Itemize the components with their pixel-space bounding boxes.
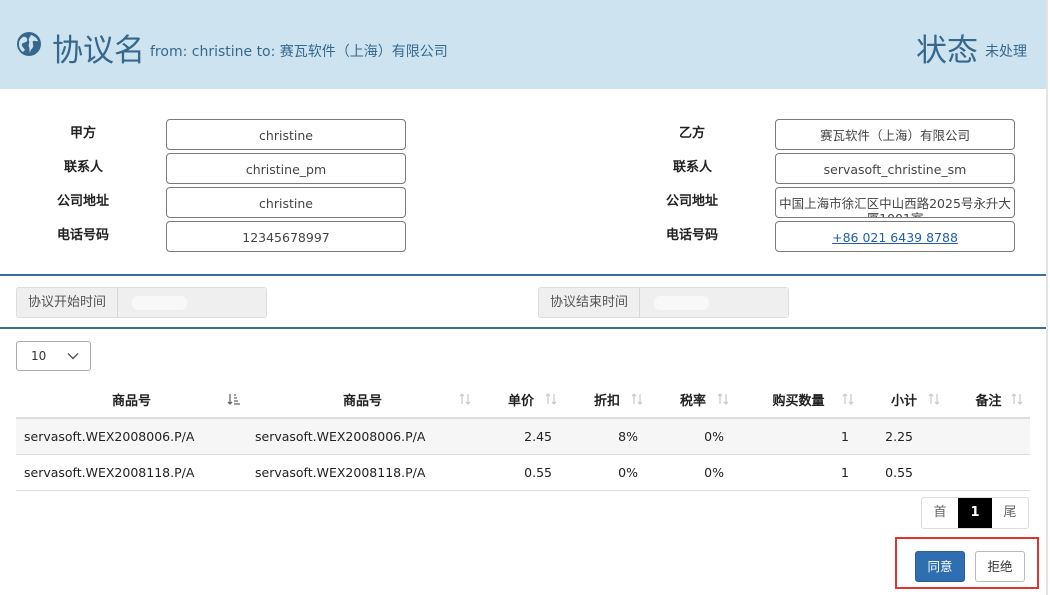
end-date-input[interactable]	[640, 288, 788, 317]
table-row: servasoft.WEX2008118.P/A servasoft.WEX20…	[16, 454, 1030, 491]
table-row: servasoft.WEX2008006.P/A servasoft.WEX20…	[16, 418, 1030, 455]
sort-icon[interactable]	[716, 392, 730, 406]
scrollbar-track	[1046, 0, 1048, 595]
sort-icon[interactable]	[458, 392, 472, 406]
cell-unit-price: 0.55	[478, 454, 564, 491]
column-header[interactable]: 备注	[947, 381, 1030, 419]
cell-quantity: 1	[736, 418, 861, 455]
party-b-contact-field[interactable]: servasoft_christine_sm	[775, 153, 1015, 184]
sort-icon[interactable]	[841, 392, 855, 406]
section-divider	[0, 327, 1046, 329]
party-b-contact-label: 联系人	[673, 160, 713, 175]
sort-icon[interactable]	[544, 392, 558, 406]
sort-icon[interactable]	[1010, 392, 1024, 406]
pagination: 首 1 尾	[921, 497, 1029, 529]
cell-unit-price: 2.45	[478, 418, 564, 455]
column-header[interactable]: 商品号	[16, 381, 247, 419]
column-header[interactable]: 商品号	[247, 381, 478, 419]
cell-tax-rate: 0%	[650, 418, 736, 455]
page-length-select[interactable]: 10	[16, 341, 91, 371]
cell-product-id: servasoft.WEX2008006.P/A	[16, 418, 247, 455]
cell-remark	[947, 418, 1030, 455]
cell-quantity: 1	[736, 454, 861, 491]
cell-discount: 8%	[564, 418, 650, 455]
products-table: 商品号 商品号 单价 折扣 税率 购买数量 小计 备注 servasoft.WE…	[16, 381, 1030, 491]
party-a-label: 甲方	[70, 126, 97, 141]
table-header-row: 商品号 商品号 单价 折扣 税率 购买数量 小计 备注	[16, 381, 1030, 419]
chevron-down-icon	[67, 353, 79, 360]
end-date-label: 协议结束时间	[539, 288, 641, 317]
globe-icon	[17, 32, 41, 56]
agreement-title: 协议名	[52, 33, 145, 69]
cell-product-id: servasoft.WEX2008118.P/A	[16, 454, 247, 491]
column-header[interactable]: 单价	[478, 381, 564, 419]
party-a-contact-field[interactable]: christine_pm	[166, 153, 406, 184]
party-b-name-field[interactable]: 赛瓦软件（上海）有限公司	[775, 119, 1015, 150]
last-page-button[interactable]: 尾	[992, 498, 1028, 528]
party-a-phone-label: 电话号码	[57, 228, 110, 243]
status-value: 未处理	[985, 44, 1027, 60]
sort-ascending-icon[interactable]	[227, 392, 241, 406]
page-length-value: 10	[31, 349, 47, 363]
section-divider	[0, 274, 1046, 276]
party-b-phone-label: 电话号码	[666, 228, 719, 243]
start-date-label: 协议开始时间	[17, 288, 119, 317]
column-header[interactable]: 购买数量	[736, 381, 861, 419]
party-b-phone-field[interactable]: +86 021 6439 8788	[775, 221, 1015, 252]
first-page-button[interactable]: 首	[922, 498, 958, 528]
column-header[interactable]: 税率	[650, 381, 736, 419]
page-1-button[interactable]: 1	[958, 498, 992, 528]
sort-icon[interactable]	[927, 392, 941, 406]
cell-discount: 0%	[564, 454, 650, 491]
cell-tax-rate: 0%	[650, 454, 736, 491]
cell-product-id: servasoft.WEX2008118.P/A	[247, 454, 478, 491]
party-b-label: 乙方	[679, 126, 706, 141]
party-a-name-field[interactable]: christine	[166, 119, 406, 150]
page-header: 协议名 from: christine to: 赛瓦软件（上海）有限公司 状态 …	[0, 0, 1046, 89]
party-a-contact-label: 联系人	[64, 160, 104, 175]
agree-button[interactable]: 同意	[915, 551, 965, 582]
cell-remark	[947, 454, 1030, 491]
status-label: 状态	[916, 33, 978, 69]
party-b-phone-link[interactable]: +86 021 6439 8788	[832, 230, 958, 245]
party-b-address-label: 公司地址	[666, 194, 719, 209]
end-date-group: 协议结束时间	[538, 287, 789, 318]
party-b-address-field[interactable]: 中国上海市徐汇区中山西路2025号永升大厦1001室	[775, 187, 1015, 218]
column-header[interactable]: 小计	[861, 381, 947, 419]
party-a-address-label: 公司地址	[57, 194, 110, 209]
start-date-group: 协议开始时间	[16, 287, 267, 318]
start-date-input[interactable]	[118, 288, 266, 317]
sort-icon[interactable]	[630, 392, 644, 406]
cell-subtotal: 2.25	[861, 418, 947, 455]
reject-button[interactable]: 拒绝	[975, 551, 1025, 582]
cell-product-id: servasoft.WEX2008006.P/A	[247, 418, 478, 455]
column-header[interactable]: 折扣	[564, 381, 650, 419]
cell-subtotal: 0.55	[861, 454, 947, 491]
party-a-address-field[interactable]: christine	[166, 187, 406, 218]
agreement-parties: from: christine to: 赛瓦软件（上海）有限公司	[150, 44, 448, 60]
party-a-phone-field[interactable]: 12345678997	[166, 221, 406, 252]
